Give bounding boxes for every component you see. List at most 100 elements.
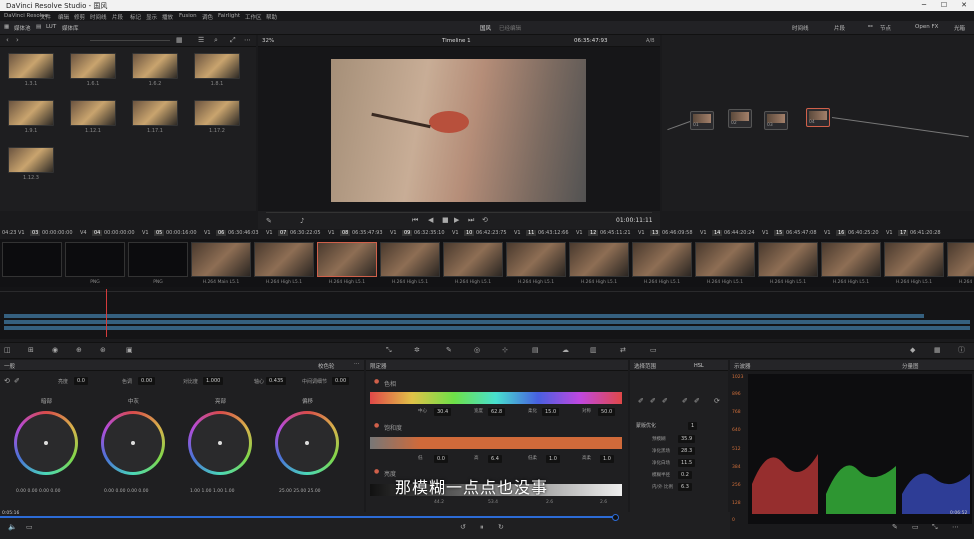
stop-icon[interactable]: ■	[442, 217, 449, 224]
3d-icon[interactable]: ▭	[650, 347, 657, 354]
param-value[interactable]: 0.00	[332, 377, 350, 385]
menu-item[interactable]: 显示	[146, 13, 157, 21]
color-match-icon[interactable]: ⊞	[28, 347, 34, 354]
refine-value[interactable]: 0.2	[678, 471, 692, 479]
sat-range-bar[interactable]	[370, 437, 622, 449]
forward-icon[interactable]: ›	[16, 37, 19, 44]
go-end-icon[interactable]: ⏭	[468, 217, 474, 224]
timeline-clip[interactable]	[443, 242, 503, 277]
media-thumbnail[interactable]	[8, 53, 54, 79]
subtitle-icon[interactable]: ▭	[912, 524, 919, 531]
media-thumbnail[interactable]	[8, 100, 54, 126]
hue-sym[interactable]: 50.0	[598, 408, 616, 416]
menu-item[interactable]: 标记	[130, 13, 141, 21]
soft-minus-icon[interactable]: ✐	[682, 398, 688, 405]
media-thumbnail[interactable]	[8, 147, 54, 173]
lut-button[interactable]: LUT	[46, 24, 56, 30]
refine-value[interactable]: 28.3	[678, 447, 696, 455]
expand-icon[interactable]: ⤢	[230, 37, 236, 44]
timeline-clip[interactable]	[884, 242, 944, 277]
media-thumbnail[interactable]	[132, 53, 178, 79]
record-icon[interactable]: ●	[374, 422, 379, 429]
video-track[interactable]	[4, 320, 970, 324]
rgb-mixer-icon[interactable]: ⊛	[100, 347, 106, 354]
more-icon[interactable]: ⋯	[244, 37, 251, 44]
pencil-icon[interactable]: ✎	[892, 524, 898, 531]
refine-value[interactable]: 6.3	[678, 483, 692, 491]
curves-icon[interactable]: ⤡	[386, 347, 392, 354]
qualifier-icon[interactable]: ✎	[446, 347, 452, 354]
list-view-icon[interactable]: ☰	[198, 37, 204, 44]
menu-item[interactable]: 工作区	[245, 13, 262, 21]
record-icon[interactable]: ●	[374, 468, 379, 475]
gamma-wheel[interactable]	[101, 411, 165, 475]
hue-width[interactable]: 62.8	[488, 408, 506, 416]
library-button[interactable]: 媒体库	[62, 24, 79, 32]
timeline-clip[interactable]	[695, 242, 755, 277]
playhead[interactable]	[106, 289, 107, 337]
param-value[interactable]: 0.00	[138, 377, 156, 385]
sat-lsoft[interactable]: 1.0	[546, 455, 560, 463]
sat-high[interactable]: 6.4	[488, 455, 502, 463]
hdr-icon[interactable]: ⊕	[76, 347, 82, 354]
menu-item[interactable]: 片段	[112, 13, 123, 21]
timeline-clip[interactable]	[65, 242, 125, 277]
menu-item[interactable]: Fairlight	[218, 13, 240, 19]
refine-value[interactable]: 11.5	[678, 459, 696, 467]
refine-value[interactable]: 35.9	[678, 435, 696, 443]
hue-soft[interactable]: 15.0	[542, 408, 560, 416]
gain-wheel[interactable]	[188, 411, 252, 475]
offset-wheel[interactable]	[275, 411, 339, 475]
menu-item[interactable]: 时间线	[90, 13, 107, 21]
invert-icon[interactable]: ⟳	[714, 398, 720, 405]
color-node[interactable]: 02	[728, 109, 752, 128]
forward-icon[interactable]: ↻	[498, 524, 504, 531]
pause-icon[interactable]: ⏸	[480, 524, 484, 531]
refine-page[interactable]: 1	[688, 422, 698, 430]
sizing-icon[interactable]: ⇄	[620, 347, 626, 354]
timeline-clip[interactable]	[632, 242, 692, 277]
timeline-toggle[interactable]: 时间线	[792, 24, 809, 32]
camera-raw-icon[interactable]: ◫	[4, 347, 11, 354]
timeline-clip[interactable]	[506, 242, 566, 277]
search-icon[interactable]: ⌕	[214, 37, 218, 44]
color-node[interactable]: 03	[764, 111, 788, 130]
timeline-clip[interactable]	[380, 242, 440, 277]
more-icon[interactable]: ⋯	[354, 361, 360, 367]
rewind-icon[interactable]: ↺	[460, 524, 466, 531]
subtitle-icon[interactable]: ▭	[26, 524, 33, 531]
lift-wheel[interactable]	[14, 411, 78, 475]
timeline-clip[interactable]	[758, 242, 818, 277]
nodes-toggle[interactable]: 节点	[880, 24, 891, 32]
picker-minus-icon[interactable]: ✐	[650, 398, 656, 405]
timeline-clip[interactable]	[191, 242, 251, 277]
color-node-selected[interactable]: 04	[806, 108, 830, 127]
hsl-dropdown[interactable]: HSL	[694, 363, 704, 369]
play-icon[interactable]: ▶	[454, 217, 459, 224]
keyframes-icon[interactable]: ◆	[910, 347, 915, 354]
hue-center[interactable]: 30.4	[434, 408, 452, 416]
menu-item[interactable]: 播放	[162, 13, 173, 21]
video-track[interactable]	[4, 314, 924, 318]
timeline-dropdown[interactable]: Timeline 1	[442, 38, 471, 44]
motion-effects-icon[interactable]: ▣	[126, 347, 133, 354]
timeline-clip[interactable]	[947, 242, 974, 277]
record-icon[interactable]: ●	[374, 378, 379, 385]
param-value[interactable]: 0.0	[74, 377, 88, 385]
lut-icon[interactable]: ▤	[36, 24, 41, 30]
ab-toggle[interactable]: A/B	[646, 38, 655, 44]
media-thumbnail[interactable]	[194, 100, 240, 126]
minimize-button[interactable]: ─	[914, 0, 934, 11]
timeline-clip[interactable]	[254, 242, 314, 277]
scope-mode-dropdown[interactable]: 分量图	[902, 362, 919, 370]
window-icon[interactable]: ◎	[474, 347, 480, 354]
scrubber[interactable]	[266, 212, 652, 213]
menu-item[interactable]: 编辑	[58, 13, 69, 21]
volume-icon[interactable]: ♪	[300, 218, 304, 225]
magic-mask-icon[interactable]: ▤	[532, 347, 539, 354]
share-icon[interactable]: ⚯	[868, 24, 873, 30]
timeline-clip[interactable]	[569, 242, 629, 277]
more-icon[interactable]: ⋯	[952, 524, 959, 531]
volume-icon[interactable]: 🔈	[8, 524, 17, 531]
menu-item[interactable]: Fusion	[179, 13, 197, 19]
